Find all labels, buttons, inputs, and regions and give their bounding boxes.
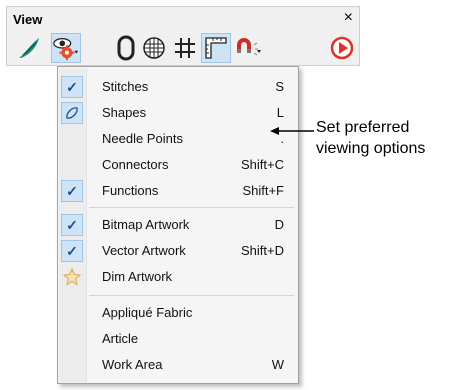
menu-item-label: Connectors	[102, 157, 169, 172]
fabric-grid-button[interactable]	[139, 33, 169, 63]
menu-item-shortcut: Shift+F	[242, 183, 284, 198]
menu-item-label: Bitmap Artwork	[102, 217, 190, 232]
menu-item-connectors[interactable]: Connectors Shift+C	[58, 152, 298, 178]
callout-line-1: Set preferred	[316, 119, 410, 136]
outline-shape-button[interactable]	[111, 33, 141, 63]
hash-grid-icon	[175, 38, 195, 58]
menu-item-label: Work Area	[102, 357, 163, 372]
menu-item-label: Appliqué Fabric	[102, 305, 193, 320]
check-icon: ✓	[61, 240, 83, 262]
menu-item-label: Dim Artwork	[102, 269, 173, 284]
view-options-menu: ✓ Stitches S Shapes L Needle Points . Co…	[57, 66, 299, 384]
menu-separator	[89, 207, 294, 208]
grid-globe-icon	[143, 37, 165, 59]
menu-item-needle-points[interactable]: Needle Points .	[58, 126, 298, 152]
menu-item-shortcut: Shift+D	[241, 243, 284, 258]
callout-annotation: Set preferred viewing options	[316, 117, 425, 159]
play-record-icon	[330, 36, 354, 60]
outline-shape-icon	[117, 35, 135, 61]
check-icon: ✓	[61, 76, 83, 98]
magnet-icon	[237, 38, 261, 56]
show-design-icon	[19, 38, 39, 58]
view-toolbar: View ×	[6, 6, 360, 66]
stitch-player-button[interactable]	[327, 33, 357, 63]
show-design-button[interactable]	[15, 33, 45, 63]
rulers-button[interactable]	[201, 33, 231, 63]
menu-separator	[89, 295, 294, 296]
dim-star-icon	[61, 266, 83, 288]
menu-item-label: Functions	[102, 183, 159, 198]
close-icon[interactable]: ×	[344, 9, 353, 27]
menu-item-label: Shapes	[102, 105, 147, 120]
check-icon: ✓	[61, 214, 83, 236]
menu-item-applique-fabric[interactable]: Appliqué Fabric	[58, 300, 298, 326]
menu-item-label: Article	[102, 331, 139, 346]
check-icon: ✓	[61, 180, 83, 202]
callout-arrow-icon	[270, 127, 314, 135]
menu-item-shortcut: W	[271, 357, 284, 372]
menu-item-bitmap-artwork[interactable]: ✓ Bitmap Artwork D	[58, 212, 298, 238]
menu-item-label: Stitches	[102, 79, 149, 94]
grid-button[interactable]	[170, 33, 200, 63]
menu-item-functions[interactable]: ✓ Functions Shift+F	[58, 178, 298, 204]
menu-item-label: Needle Points	[102, 131, 183, 146]
menu-item-dim-artwork[interactable]: Dim Artwork	[58, 264, 298, 290]
view-options-button[interactable]	[51, 33, 81, 63]
ruler-corner-icon	[205, 37, 227, 59]
menu-item-stitches[interactable]: ✓ Stitches S	[58, 74, 298, 100]
menu-item-label: Vector Artwork	[102, 243, 186, 258]
eye-gear-icon	[53, 38, 79, 61]
shape-outline-icon	[61, 102, 83, 124]
menu-item-shortcut: D	[274, 217, 284, 232]
menu-item-shortcut: Shift+C	[241, 157, 284, 172]
menu-item-vector-artwork[interactable]: ✓ Vector Artwork Shift+D	[58, 238, 298, 264]
menu-item-article[interactable]: Article	[58, 326, 298, 352]
menu-item-shapes[interactable]: Shapes L	[58, 100, 298, 126]
menu-item-shortcut: L	[276, 105, 284, 120]
menu-item-work-area[interactable]: Work Area W	[58, 352, 298, 378]
toolbar-title: View	[13, 12, 43, 27]
magnet-button[interactable]	[233, 33, 263, 63]
callout-line-2: viewing options	[316, 140, 426, 157]
menu-item-shortcut: S	[275, 79, 284, 94]
